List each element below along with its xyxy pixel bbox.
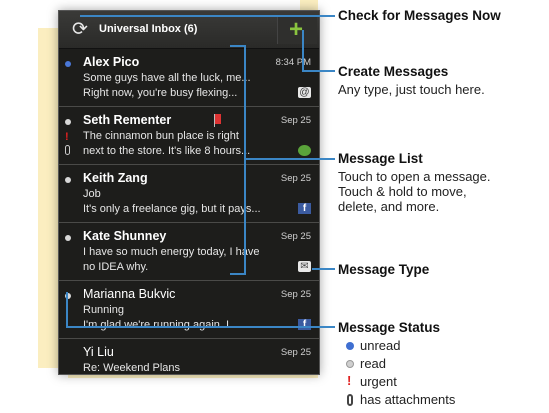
list-callout-line [244, 158, 335, 160]
sms-type-icon [298, 145, 311, 156]
message-preview-line1: Job [83, 188, 101, 200]
message-row[interactable]: Yi Liu Sep 25 Re: Weekend Plans [59, 340, 319, 374]
create-callout-line-h [302, 70, 335, 72]
facebook-type-icon: f [298, 319, 311, 330]
message-sender: Marianna Bukvic [83, 287, 176, 301]
refresh-icon[interactable]: ⟳ [69, 19, 91, 41]
facebook-type-icon: f [298, 203, 311, 214]
legend-label: has attachments [360, 392, 456, 407]
create-messages-label: Create Messages [338, 64, 449, 79]
message-type-label: Message Type [338, 262, 430, 277]
message-date: Sep 25 [280, 115, 311, 126]
message-preview-line1: The cinnamon bun place is right [83, 130, 239, 142]
message-sender: Seth Rementer [83, 113, 172, 127]
type-callout-line [312, 268, 335, 270]
list-bracket-bottom [230, 273, 246, 275]
create-callout-line-v [302, 30, 304, 72]
message-preview-line2: I'm glad we're running again. I... [83, 319, 239, 331]
read-dot-icon [346, 360, 354, 368]
message-list-label: Message List [338, 151, 423, 166]
message-row[interactable]: Marianna Bukvic Sep 25 Running I'm glad … [59, 282, 319, 339]
create-messages-desc: Any type, just touch here. [338, 82, 485, 97]
message-preview-line1: Some guys have all the luck, me... [83, 72, 251, 84]
read-status-icon [65, 235, 71, 241]
message-sender: Kate Shunney [83, 229, 167, 243]
read-status-icon [65, 177, 71, 183]
legend-label: read [360, 356, 387, 371]
attachment-icon [347, 394, 353, 406]
message-preview-line1: I have so much energy today, I have [83, 246, 260, 258]
message-preview-line1: Running [83, 304, 124, 316]
message-list-desc-1: Touch to open a message. [338, 169, 491, 184]
message-date: Sep 25 [280, 347, 311, 358]
message-date: Sep 25 [280, 289, 311, 300]
message-sender: Alex Pico [83, 55, 140, 69]
message-row[interactable]: Kate Shunney Sep 25 I have so much energ… [59, 224, 319, 281]
message-date: Sep 25 [280, 173, 311, 184]
text-message-type-icon: ✉ [298, 261, 311, 272]
status-callout-line-h [66, 326, 335, 328]
inbox-title: Universal Inbox (6) [99, 23, 198, 35]
message-list-desc-2: Touch & hold to move, [338, 184, 467, 199]
message-date: 8:34 PM [275, 57, 311, 68]
plus-icon: + [289, 16, 304, 43]
message-list-desc-3: delete, and more. [338, 199, 440, 214]
flag-icon [214, 114, 221, 127]
legend-label: urgent [360, 374, 397, 389]
message-row[interactable]: Seth Rementer Sep 25 ! The cinnamon bun … [59, 108, 319, 165]
unread-dot-icon [346, 342, 354, 350]
message-sender: Yi Liu [83, 345, 114, 359]
message-preview-line2: no IDEA why. [83, 261, 149, 273]
message-preview-line2: next to the store. It's like 8 hours... [83, 145, 251, 157]
message-sender: Keith Zang [83, 171, 148, 185]
urgent-icon: ! [347, 373, 352, 388]
urgent-icon: ! [65, 131, 69, 143]
message-preview-line2: Right now, you're busy flexing... [83, 87, 238, 99]
check-messages-label: Check for Messages Now [338, 8, 501, 23]
message-preview-line1: Re: Weekend Plans [83, 362, 181, 374]
status-callout-line-v [66, 292, 68, 328]
attachment-icon [65, 145, 70, 155]
create-message-button[interactable]: + [277, 16, 317, 44]
check-callout-line [80, 15, 335, 17]
message-date: Sep 25 [280, 231, 311, 242]
phone-screen: ⟳ Universal Inbox (6) + Alex Pico 8:34 P… [58, 10, 320, 375]
unread-status-icon [65, 61, 71, 67]
message-status-label: Message Status [338, 320, 441, 335]
message-row[interactable]: Alex Pico 8:34 PM Some guys have all the… [59, 50, 319, 107]
legend-label: unread [360, 338, 401, 353]
list-bracket-v [244, 45, 246, 275]
email-type-icon: @ [298, 87, 311, 98]
message-preview-line2: It's only a freelance gig, but it pays..… [83, 203, 261, 215]
message-row[interactable]: Keith Zang Sep 25 Job It's only a freela… [59, 166, 319, 223]
read-status-icon [65, 119, 71, 125]
